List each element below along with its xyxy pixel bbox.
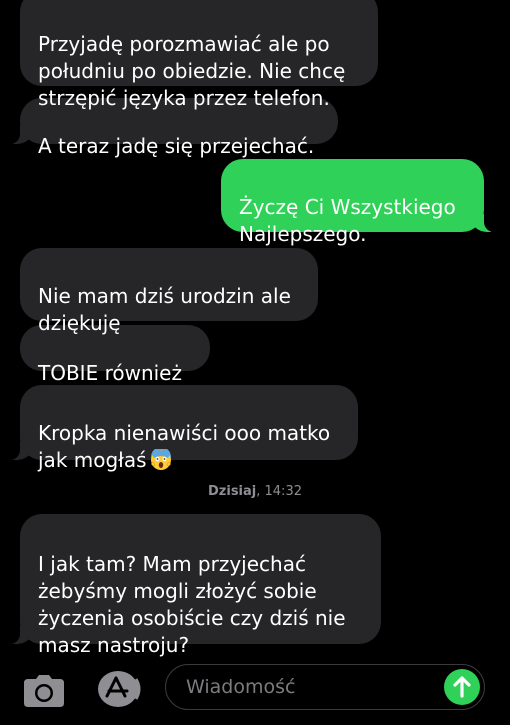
- message-text: I jak tam? Mam przyjechać żebyśmy mogli …: [38, 552, 346, 657]
- message-text: Życzę Ci Wszystkiego Najlepszego.: [239, 195, 456, 246]
- message-text: TOBIE również: [38, 361, 182, 385]
- conversation-timestamp: Dzisiaj, 14:32: [208, 484, 302, 499]
- message-text: Kropka nienawiści ooo matko jak mogłaś: [38, 421, 331, 472]
- message-text: A teraz jadę się przejechać.: [38, 134, 315, 158]
- message-thread: Przyjadę porozmawiać ale po południu po …: [0, 0, 510, 660]
- incoming-message[interactable]: I jak tam? Mam przyjechać żebyśmy mogli …: [0, 514, 381, 657]
- message-input[interactable]: Wiadomość: [165, 664, 485, 710]
- incoming-message[interactable]: Przyjadę porozmawiać ale po południu po …: [20, 0, 378, 110]
- send-button[interactable]: [444, 669, 480, 705]
- incoming-message[interactable]: Nie mam dziś urodzin ale dziękuję: [20, 248, 318, 335]
- incoming-message[interactable]: Kropka nienawiści ooo matko jak mogłaś: [0, 385, 358, 472]
- camera-icon[interactable]: [22, 673, 66, 709]
- screaming-face-emoji: [150, 447, 172, 471]
- app-store-icon[interactable]: [96, 669, 142, 709]
- timestamp-day: Dzisiaj: [208, 484, 257, 499]
- outgoing-message[interactable]: Życzę Ci Wszystkiego Najlepszego.: [221, 159, 504, 246]
- message-input-placeholder: Wiadomość: [186, 676, 296, 698]
- timestamp-time: 14:32: [264, 484, 302, 499]
- message-text: Przyjadę porozmawiać ale po południu po …: [38, 32, 346, 110]
- arrow-up-icon: [453, 676, 471, 698]
